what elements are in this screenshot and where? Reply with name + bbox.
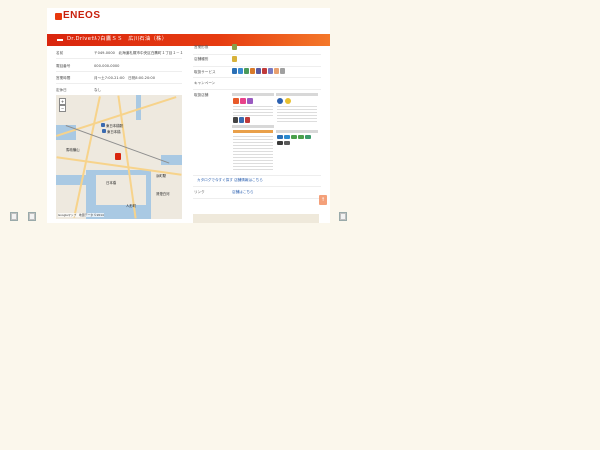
arrow-up-icon: ↑ (320, 197, 326, 203)
card-chip (277, 135, 283, 139)
card-chip (298, 135, 304, 139)
right-label: 営業形態 (194, 45, 209, 49)
footer-strip (193, 214, 319, 223)
info-label: 定休日 (56, 88, 67, 92)
store-title-band: Dr.Driveｾﾙﾌ白鷹ＳＳ 広川石油（株） (47, 34, 330, 46)
campaign-icon (240, 98, 246, 104)
station-icon (101, 123, 105, 127)
campaign-icon (277, 98, 283, 104)
map-label: 東日本橋駅 (106, 124, 123, 128)
right-label: 取扱サービス (194, 70, 216, 74)
campaign-box-header (276, 93, 318, 96)
service-icon (268, 68, 273, 74)
store-title: Dr.Driveｾﾙﾌ白鷹ＳＳ 広川石油（株） (67, 36, 168, 42)
campaign-icon (233, 98, 239, 104)
campaign-icon (245, 117, 250, 123)
zoom-in-button[interactable]: + (59, 98, 66, 105)
map-label: 東日本橋 (107, 130, 121, 134)
service-icon (250, 68, 255, 74)
info-label: 名前 (56, 51, 64, 55)
right-label: リンク (194, 190, 205, 194)
eneos-logo[interactable]: ENEOS (63, 10, 101, 21)
service-icon (232, 56, 237, 62)
service-icon (280, 68, 285, 74)
service-icon (256, 68, 261, 74)
catalog-link[interactable]: カタログで今すぐ探す 店舗情報はこちら (197, 178, 263, 183)
zoom-out-button[interactable]: − (59, 105, 66, 112)
store-map[interactable]: + − 東日本橋駅 東日本橋 馬喰横山 浜町駅 日本橋 清澄白河 人形町 Goo… (56, 95, 182, 219)
service-icon (232, 44, 237, 50)
campaign-icon (239, 117, 244, 123)
campaign-icon (233, 117, 238, 123)
map-label: 馬喰横山 (66, 148, 80, 152)
service-icon (232, 68, 237, 74)
broken-image-icon (339, 212, 347, 221)
info-value: 000-000-0000 (94, 64, 120, 68)
card-chip (284, 135, 290, 139)
info-row-address: 名前 〒049-0000 北海道札幌市中央区白鷹町１丁目１－１ (56, 46, 184, 59)
broken-image-icon (28, 212, 36, 221)
right-label: キャンペーン (194, 81, 216, 85)
info-value: 月～土7:00-21:00 日祝8:00-20:00 (94, 76, 156, 80)
broken-image-icon (10, 212, 18, 221)
map-label: 人形町 (126, 204, 137, 208)
right-label: 店舗種別 (194, 57, 209, 61)
service-icon (274, 68, 279, 74)
store-location-pin-icon[interactable] (115, 153, 121, 160)
eneos-logo-icon (55, 13, 62, 20)
card-chip (305, 135, 311, 139)
map-label: 清澄白河 (156, 192, 170, 196)
map-label: 浜町駅 (156, 174, 167, 178)
campaign-icon (285, 98, 291, 104)
card-chip (291, 135, 297, 139)
map-label: 日本橋 (106, 181, 117, 185)
site-header: ENEOS (47, 8, 330, 26)
card-chip (277, 141, 283, 145)
store-link[interactable]: 店舗はこちら (232, 190, 254, 195)
store-page: ENEOS Dr.Driveｾﾙﾌ白鷹ＳＳ 広川石油（株） 名前 〒049-00… (47, 8, 330, 223)
campaign-icon (247, 98, 253, 104)
service-icon (262, 68, 267, 74)
campaign-box-header (232, 93, 274, 96)
right-label: 取扱店舗 (194, 93, 209, 97)
station-icon (102, 129, 106, 133)
info-label: 電話番号 (56, 64, 71, 68)
card-chip (284, 141, 290, 145)
service-icon (244, 68, 249, 74)
campaign-box-header (232, 125, 274, 128)
scroll-to-top-button[interactable]: ↑ (319, 195, 327, 205)
map-footer: Googleマップ 地図データ ©2014 (58, 213, 104, 217)
campaign-box-header (276, 130, 318, 133)
info-label: 営業時間 (56, 76, 71, 80)
info-value: なし (94, 88, 102, 92)
service-icon (238, 68, 243, 74)
info-value: 〒049-0000 北海道札幌市中央区白鷹町１丁目１－１ (94, 51, 184, 55)
dash-icon (57, 39, 63, 41)
